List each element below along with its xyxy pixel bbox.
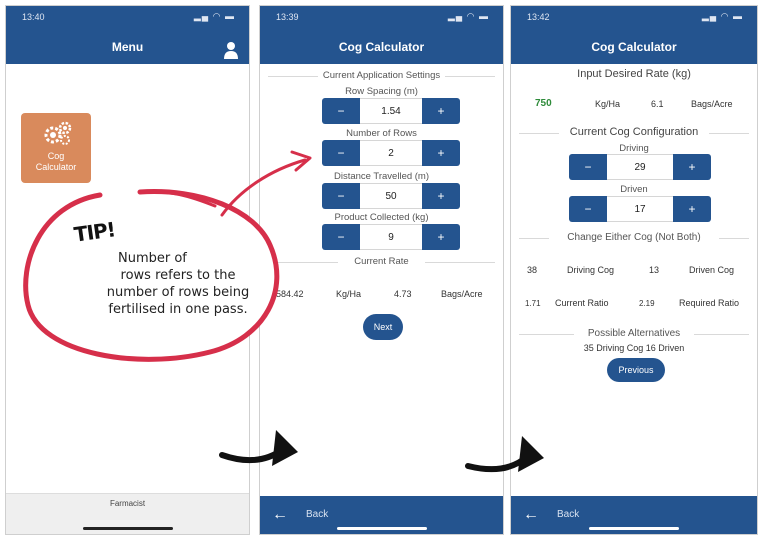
- required-ratio-label: Required Ratio: [679, 298, 740, 308]
- distance-value[interactable]: 50: [360, 183, 422, 209]
- distance-stepper[interactable]: − 50 +: [322, 183, 460, 209]
- page-title: Cog Calculator: [338, 40, 425, 54]
- tile-label: Cog Calculator: [21, 151, 91, 173]
- row-spacing-label: Row Spacing (m): [345, 86, 418, 97]
- decrement-button[interactable]: −: [569, 196, 607, 222]
- rate-bags-value: 4.73: [394, 289, 412, 299]
- current-rate-label: Current Rate: [354, 256, 409, 267]
- status-bar: 13:42 ▂▄ ◠ ▬: [511, 6, 757, 30]
- previous-button[interactable]: Previous: [607, 358, 665, 382]
- driving-value[interactable]: 29: [607, 154, 673, 180]
- tip-line-1: Number of: [118, 251, 187, 266]
- input-rate-label: Input Desired Rate (kg): [577, 68, 691, 80]
- increment-button[interactable]: +: [422, 183, 460, 209]
- back-arrow-icon[interactable]: ←: [523, 506, 539, 524]
- tip-callout: TIP! Number of rows refers to the number…: [38, 217, 268, 338]
- driven-value[interactable]: 17: [607, 196, 673, 222]
- increment-button[interactable]: +: [422, 224, 460, 250]
- product-label: Product Collected (kg): [334, 212, 429, 223]
- num-rows-value[interactable]: 2: [360, 140, 422, 166]
- tile-label-line1: Cog: [47, 151, 65, 161]
- desired-bags-value: 6.1: [651, 99, 664, 109]
- decrement-button[interactable]: −: [322, 140, 360, 166]
- back-button[interactable]: Back: [557, 509, 579, 520]
- page-title: Cog Calculator: [591, 40, 677, 54]
- home-indicator: [336, 527, 427, 530]
- footer-label: Farmacist: [109, 499, 146, 508]
- bottom-nav: ← Back: [511, 496, 757, 534]
- current-ratio-value: 1.71: [525, 299, 541, 308]
- current-ratio-label: Current Ratio: [555, 298, 609, 308]
- driving-cog-label: Driving Cog: [567, 265, 615, 275]
- increment-button[interactable]: +: [673, 196, 711, 222]
- driven-stepper[interactable]: − 17 +: [569, 196, 711, 222]
- page-title: Menu: [111, 40, 144, 54]
- tip-text: Number of rows refers to the number of r…: [78, 250, 278, 318]
- row-spacing-value[interactable]: 1.54: [360, 98, 422, 124]
- num-rows-label: Number of Rows: [346, 128, 417, 139]
- tip-line-2: rows refers to the: [120, 268, 236, 283]
- status-bar: 13:39 ▂▄ ◠ ▬: [260, 6, 503, 30]
- bottom-nav: ← Back: [260, 496, 503, 534]
- bags-unit: Bags/Acre: [441, 289, 483, 299]
- bags-unit: Bags/Acre: [691, 99, 733, 109]
- driven-cog-label: Driven Cog: [689, 265, 735, 275]
- driving-cog-value: 38: [527, 265, 538, 275]
- driven-cog-value: 13: [649, 265, 660, 275]
- back-button[interactable]: Back: [306, 509, 328, 520]
- tile-label-line2: Calculator: [35, 162, 77, 172]
- alternatives-line: 35 Driving Cog 16 Driven: [583, 343, 685, 353]
- home-indicator: [82, 527, 173, 530]
- gears-icon: [42, 121, 72, 152]
- home-indicator: [589, 527, 679, 530]
- menu-navbar: Menu: [6, 30, 249, 64]
- alternatives-label: Possible Alternatives: [587, 328, 681, 339]
- kgha-unit: Kg/Ha: [336, 289, 362, 299]
- increment-button[interactable]: +: [673, 154, 711, 180]
- tip-line-4: fertilised in one pass.: [108, 302, 248, 317]
- next-button[interactable]: Next: [363, 314, 403, 340]
- cog-calculator-tile[interactable]: Cog Calculator: [21, 113, 91, 183]
- status-time: 13:40: [22, 12, 45, 22]
- back-arrow-icon[interactable]: ←: [272, 506, 288, 524]
- section-current-settings: Current Application Settings: [322, 70, 441, 81]
- signal-wifi-battery-icon: ▂▄ ◠ ▬: [447, 11, 489, 21]
- increment-button[interactable]: +: [422, 98, 460, 124]
- rate-kgha-value: 584.42: [276, 289, 304, 299]
- driving-stepper[interactable]: − 29 +: [569, 154, 711, 180]
- menu-footer: Farmacist: [6, 493, 249, 534]
- decrement-button[interactable]: −: [322, 224, 360, 250]
- distance-label: Distance Travelled (m): [333, 171, 430, 182]
- desired-kgha-value[interactable]: 750: [535, 98, 552, 109]
- driven-label: Driven: [620, 184, 648, 195]
- signal-wifi-battery-icon: ▂▄ ◠ ▬: [193, 11, 235, 21]
- cog-settings-screen: 13:39 ▂▄ ◠ ▬ Cog Calculator Current Appl…: [259, 5, 504, 535]
- tip-line-3: number of rows being: [106, 285, 250, 300]
- signal-wifi-battery-icon: ▂▄ ◠ ▬: [701, 11, 743, 21]
- row-spacing-stepper[interactable]: − 1.54 +: [322, 98, 460, 124]
- driving-label: Driving: [619, 143, 649, 154]
- cog-navbar: Cog Calculator: [511, 30, 757, 64]
- status-bar: 13:40 ▂▄ ◠ ▬: [6, 6, 249, 30]
- required-ratio-value: 2.19: [639, 299, 655, 308]
- product-stepper[interactable]: − 9 +: [322, 224, 460, 250]
- status-time: 13:39: [276, 12, 299, 22]
- cog-config-screen: 13:42 ▂▄ ◠ ▬ Cog Calculator Input Desire…: [510, 5, 758, 535]
- product-value[interactable]: 9: [360, 224, 422, 250]
- user-icon[interactable]: [223, 38, 239, 59]
- increment-button[interactable]: +: [422, 140, 460, 166]
- decrement-button[interactable]: −: [322, 183, 360, 209]
- status-time: 13:42: [527, 12, 550, 22]
- num-rows-stepper[interactable]: − 2 +: [322, 140, 460, 166]
- decrement-button[interactable]: −: [322, 98, 360, 124]
- tip-heading: TIP!: [72, 217, 117, 247]
- decrement-button[interactable]: −: [569, 154, 607, 180]
- kgha-unit: Kg/Ha: [595, 99, 621, 109]
- change-label: Change Either Cog (Not Both): [567, 232, 701, 243]
- cog-navbar: Cog Calculator: [260, 30, 503, 64]
- config-label: Current Cog Configuration: [569, 126, 699, 138]
